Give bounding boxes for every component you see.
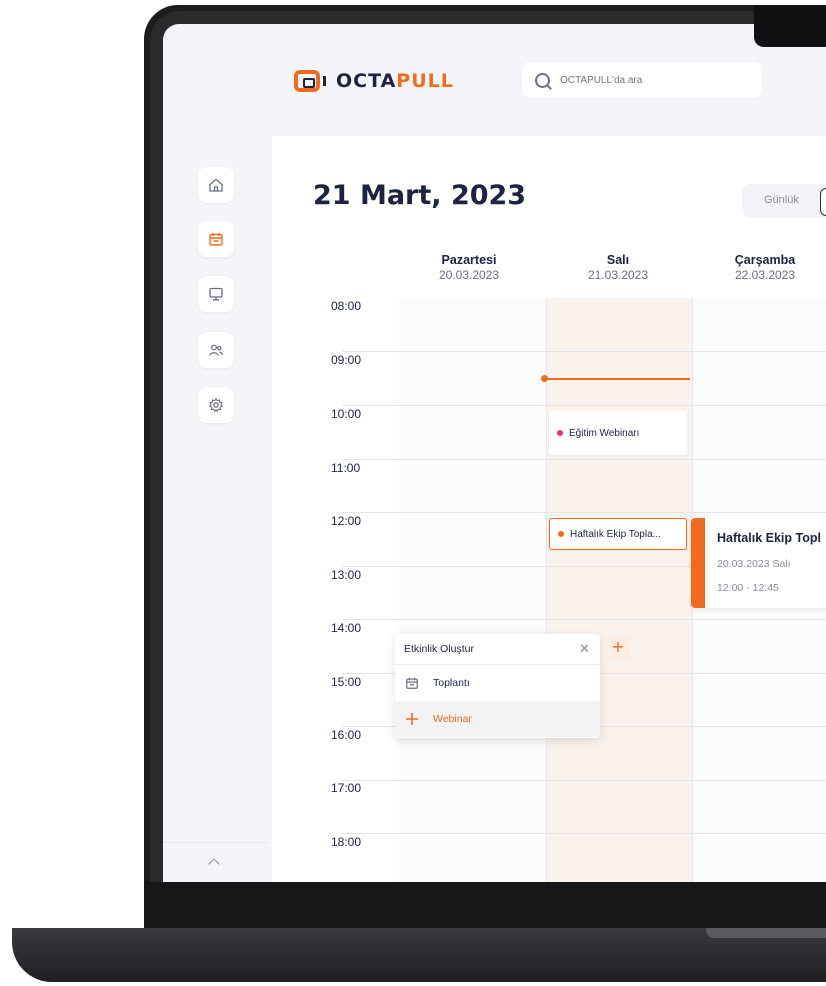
hour-line xyxy=(342,351,826,352)
laptop-chin xyxy=(144,882,826,928)
logo-mark-icon xyxy=(294,70,320,92)
close-icon[interactable]: ✕ xyxy=(579,642,590,655)
hour-label: 10:00 xyxy=(331,407,362,421)
monitor-icon xyxy=(209,287,223,301)
day-date: 22.03.2023 xyxy=(734,268,796,282)
hour-line xyxy=(342,405,826,406)
laptop-base-notch xyxy=(706,928,826,938)
hour-label: 15:00 xyxy=(331,675,362,689)
hour-line xyxy=(342,619,826,620)
today-column[interactable] xyxy=(546,298,693,882)
hour-label: 09:00 xyxy=(331,353,362,367)
sidebar-item-users[interactable] xyxy=(198,332,234,368)
hour-label: 14:00 xyxy=(331,621,362,635)
plus-icon xyxy=(405,712,433,726)
hour-line xyxy=(342,780,826,781)
sidebar-item-settings[interactable] xyxy=(198,387,234,423)
event-color-bar xyxy=(691,518,705,608)
popup-item-label: Webinar xyxy=(433,713,472,725)
day-name: Salı xyxy=(606,253,630,267)
hour-line xyxy=(342,512,826,513)
popup-item-label: Toplantı xyxy=(433,677,470,689)
page-title: 21 Mart, 2023 xyxy=(313,180,527,211)
day-name: Pazartesi xyxy=(441,253,497,267)
day-date: 20.03.2023 xyxy=(438,268,500,282)
current-time-line xyxy=(544,378,690,380)
hour-label: 18:00 xyxy=(331,835,362,849)
hour-label: 12:00 xyxy=(331,514,362,528)
view-daily-button[interactable]: Günlük xyxy=(764,194,799,206)
event-haftalik-ekip[interactable]: Haftalık Ekip Topla... xyxy=(549,518,687,550)
hour-label: 11:00 xyxy=(331,461,361,475)
event-dot xyxy=(557,430,563,436)
logo-text-dark: OCTA xyxy=(336,70,397,92)
hour-label: 08:00 xyxy=(331,299,362,313)
hour-line xyxy=(342,833,826,834)
users-icon xyxy=(209,344,223,356)
event-detail-date: 20.03.2023 Salı xyxy=(717,558,791,570)
current-time-dot xyxy=(541,375,548,382)
hour-label: 13:00 xyxy=(331,568,362,582)
event-label: Haftalık Ekip Topla... xyxy=(570,528,661,540)
popup-item-webinar[interactable]: Webinar xyxy=(395,701,600,737)
create-event-popup: Etkinlik Oluştur ✕ Toplantı Webinar xyxy=(395,634,600,738)
hour-label: 16:00 xyxy=(331,728,362,742)
calendar-icon xyxy=(405,676,433,690)
event-detail-title: Haftalık Ekip Topl xyxy=(717,531,821,545)
octapull-logo[interactable]: OCTAPULL xyxy=(294,70,454,92)
logo-text-orange: PULL xyxy=(396,70,454,92)
add-event-button[interactable]: + xyxy=(606,636,630,660)
gear-icon xyxy=(209,398,223,412)
laptop-base xyxy=(12,928,826,982)
day-name: Çarşamba xyxy=(734,253,796,267)
sidebar-item-calendar[interactable] xyxy=(198,221,234,257)
hour-line xyxy=(342,459,826,460)
day-header-tuesday[interactable]: Salı 21.03.2023 xyxy=(545,253,691,283)
view-weekly-button[interactable] xyxy=(820,188,826,216)
home-icon xyxy=(209,178,223,192)
calendar-icon xyxy=(209,233,223,246)
event-dot xyxy=(558,531,564,537)
event-egitim-webinari[interactable]: Eğitim Webinarı xyxy=(549,411,687,455)
hour-label: 17:00 xyxy=(331,781,362,795)
event-detail-card[interactable]: Haftalık Ekip Topl 20.03.2023 Salı 12:00… xyxy=(691,518,826,608)
sidebar-divider xyxy=(163,842,267,843)
day-header-monday[interactable]: Pazartesi 20.03.2023 xyxy=(396,253,542,283)
event-label: Eğitim Webinarı xyxy=(569,427,640,439)
sidebar-item-home[interactable] xyxy=(198,167,234,203)
logo-dash-icon xyxy=(323,76,332,86)
search-icon xyxy=(535,72,550,88)
event-detail-time: 12:00 - 12:45 xyxy=(717,582,779,594)
search-input[interactable] xyxy=(558,73,752,87)
day-date: 21.03.2023 xyxy=(587,268,649,282)
camera-notch xyxy=(754,5,826,47)
popup-title: Etkinlik Oluştur xyxy=(404,643,475,655)
sidebar-item-monitor[interactable] xyxy=(198,276,234,312)
day-header-wednesday[interactable]: Çarşamba 22.03.2023 xyxy=(692,253,826,283)
popup-item-toplanti[interactable]: Toplantı xyxy=(395,665,600,701)
search-bar[interactable] xyxy=(522,62,762,98)
logo-text: OCTAPULL xyxy=(336,70,454,92)
